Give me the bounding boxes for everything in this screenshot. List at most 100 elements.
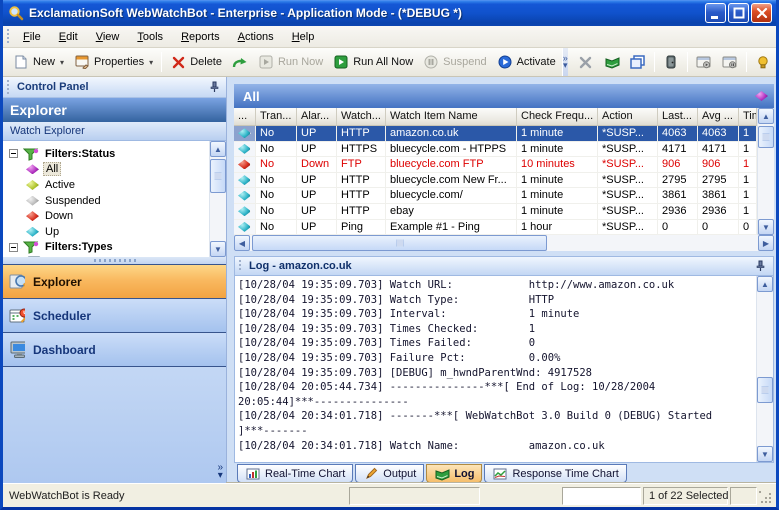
scroll-left-icon[interactable]: ◀ [234,235,250,251]
menu-view[interactable]: View [87,28,129,46]
tree-item-suspended[interactable]: Suspended [9,193,209,209]
toolbar-overflow-chevron[interactable]: »▾ [562,48,568,76]
column-header-transaction[interactable]: Tran... [256,108,297,125]
control-panel-grip[interactable] [6,80,11,94]
nav-scheduler-button[interactable]: Scheduler [3,298,226,332]
scroll-up-icon[interactable]: ▲ [210,141,226,157]
menu-edit[interactable]: Edit [50,28,87,46]
window-run-button[interactable] [691,52,717,73]
tree-scrollbar[interactable]: ▲ ▼ [209,141,226,257]
tree-collapse-icon[interactable] [9,243,18,252]
run-all-now-button[interactable]: Run All Now [328,52,418,73]
nav-explorer-button[interactable]: Explorer [3,264,226,298]
tab-output[interactable]: Output [355,464,424,483]
table-row[interactable]: NoUPHTTPebay1 minute*SUSP...293629361 [234,204,757,220]
tree-item-filters-status[interactable]: Filters:Status [9,146,209,162]
scroll-down-icon[interactable]: ▼ [757,446,773,462]
chevron-down-icon[interactable]: ▾ [149,58,153,67]
cell-time: 0 [739,220,757,235]
menu-grip[interactable] [6,29,11,44]
run-now-button[interactable]: Run Now [253,52,328,73]
column-header-time[interactable]: Time [739,108,757,125]
cascade-windows-button[interactable] [625,52,651,73]
column-header-check_frequency[interactable]: Check Frequ... [517,108,598,125]
column-header-name[interactable]: Watch Item Name [386,108,517,125]
row-status-icon-cell [234,188,256,203]
panel-splitter[interactable] [227,77,234,483]
column-header-last[interactable]: Last... [658,108,698,125]
pin-icon[interactable] [206,80,222,95]
scroll-down-icon[interactable]: ▼ [758,219,774,235]
column-header-action[interactable]: Action [598,108,658,125]
table-row[interactable]: NoUPHTTPamazon.co.uk1 minute*SUSP...4063… [234,126,757,142]
window-suspend-icon [722,55,738,70]
tree-item-all[interactable]: All [9,162,209,178]
column-header-avg[interactable]: Avg ... [698,108,739,125]
table-row[interactable]: NoUPPingExample #1 - Ping1 hour*SUSP...0… [234,220,757,235]
menu-reports[interactable]: Reports [172,28,229,46]
maximize-button[interactable] [728,3,749,23]
tree-item-up[interactable]: Up [9,224,209,240]
table-row[interactable]: NoUPHTTPbluecycle.com/1 minute*SUSP...38… [234,188,757,204]
cell-transaction: No [256,204,297,219]
tree-item-active[interactable]: Active [9,177,209,193]
table-header[interactable]: ...Tran...Alar...Watch...Watch Item Name… [234,108,757,126]
dashboard-icon [9,342,25,357]
tree-item-label: Suspended [43,195,103,207]
tree-collapse-icon[interactable] [9,149,18,158]
table-horizontal-scrollbar[interactable]: ◀ ▶ [234,235,774,251]
cell-avg: 4063 [698,126,739,141]
column-header-status_icon[interactable]: ... [234,108,256,125]
tab-real-time-chart[interactable]: Real-Time Chart [237,464,353,483]
column-header-alarm[interactable]: Alar... [297,108,337,125]
tree-item-label: Down [43,210,75,222]
log-scrollbar[interactable]: ▲ ▼ [756,276,773,462]
delete-disabled-button[interactable] [573,52,599,73]
log-book-button[interactable] [599,52,625,73]
activate-icon [497,55,513,70]
column-header-watch_type[interactable]: Watch... [337,108,386,125]
minimize-button[interactable] [705,3,726,23]
exit-door-button[interactable] [658,52,684,73]
redo-arrow-button[interactable] [227,52,253,73]
menu-help[interactable]: Help [283,28,324,46]
scroll-up-icon[interactable]: ▲ [757,276,773,292]
table-row[interactable]: NoUPHTTPSbluecycle.com - HTPPS1 minute*S… [234,142,757,158]
tree-item-down[interactable]: Down [9,208,209,224]
close-button[interactable] [751,3,772,23]
pin-icon[interactable] [752,259,768,274]
log-output[interactable]: [10/28/04 19:35:09.703] Watch URL: http:… [235,276,756,462]
chevron-down-icon[interactable]: ▾ [60,58,64,67]
table-row[interactable]: NoDownFTPbluecycle.com FTP10 minutes*SUS… [234,157,757,173]
scroll-right-icon[interactable]: ▶ [758,235,774,251]
activate-button[interactable]: Activate [492,52,561,73]
sidebar-filler: »▾ [3,366,226,483]
scroll-down-icon[interactable]: ▼ [210,241,226,257]
menu-file[interactable]: File [14,28,50,46]
table-vertical-scrollbar[interactable]: ▲ ▼ [757,108,774,235]
lamp-button[interactable] [750,52,776,73]
delete-disabled-icon [578,55,594,70]
gem-gray [26,196,39,206]
log-panel-grip[interactable] [238,260,243,272]
tab-log[interactable]: Log [426,464,482,483]
properties-button[interactable]: Properties ▾ [69,52,158,73]
tree-item-filters-types[interactable]: Filters:Types [9,240,209,256]
status-message: WebWatchBot is Ready [9,490,347,502]
scroll-up-icon[interactable]: ▲ [758,108,774,124]
toolbar-button-label: Properties [94,56,144,68]
window-suspend-button[interactable] [717,52,743,73]
nav-dashboard-button[interactable]: Dashboard [3,332,226,366]
sidebar-overflow-chevron[interactable]: »▾ [217,464,223,480]
new-button[interactable]: New▾ [8,52,69,73]
resize-grip[interactable] [759,491,773,505]
menu-tools[interactable]: Tools [128,28,172,46]
tab-response-time-chart[interactable]: Response Time Chart [484,464,626,483]
sidebar-splitter[interactable] [3,257,226,264]
gem-red [238,159,251,169]
menu-actions[interactable]: Actions [229,28,283,46]
table-row[interactable]: NoUPHTTPbluecycle.com New Fr...1 minute*… [234,173,757,189]
window-run-icon [696,55,712,70]
delete-button[interactable]: Delete [165,52,227,73]
suspend-button[interactable]: Suspend [418,52,491,73]
